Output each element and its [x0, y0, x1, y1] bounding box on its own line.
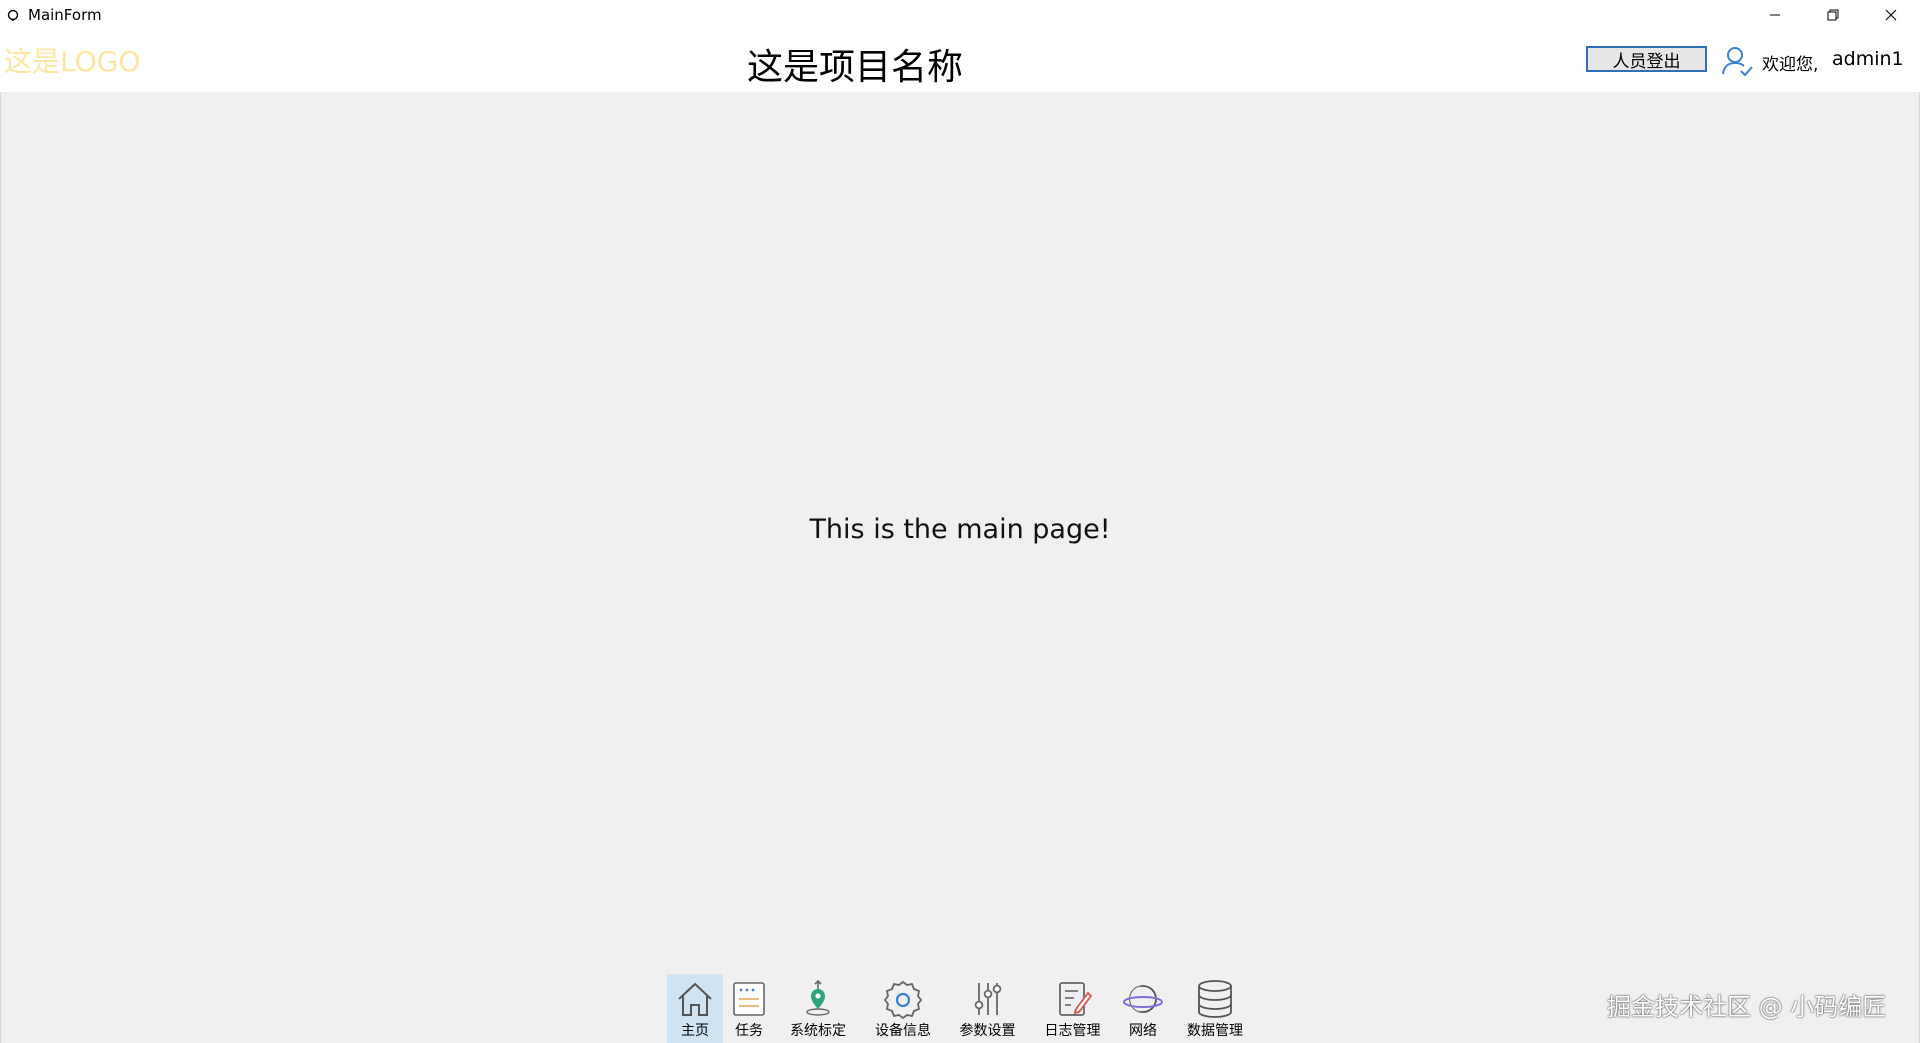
task-icon	[733, 982, 765, 1016]
main-page-message: This is the main page!	[809, 514, 1111, 545]
nav-label-calibration: 系统标定	[790, 1023, 846, 1039]
title-bar[interactable]: MainForm	[0, 0, 1920, 30]
nav-item-task[interactable]: 任务	[723, 974, 775, 1043]
watermark: 掘金技术社区 @ 小码编匠	[1607, 993, 1887, 1021]
username: admin1	[1832, 48, 1904, 70]
main-content: This is the main page! 主页 任务 系统标定 设备信息 参…	[0, 92, 1920, 1043]
database-icon	[1198, 980, 1232, 1018]
close-icon	[1885, 9, 1897, 21]
window-controls	[1746, 0, 1920, 30]
restore-button[interactable]	[1804, 0, 1862, 30]
welcome-text: 欢迎您,	[1762, 55, 1819, 75]
window-title: MainForm	[28, 6, 102, 24]
nav-item-params[interactable]: 参数设置	[945, 974, 1030, 1043]
log-edit-icon	[1058, 982, 1092, 1016]
minimize-button[interactable]	[1746, 0, 1804, 30]
nav-label-params: 参数设置	[959, 1023, 1016, 1039]
nav-item-data[interactable]: 数据管理	[1171, 974, 1259, 1043]
calibration-icon	[806, 979, 830, 1016]
restore-icon	[1827, 9, 1839, 21]
project-title: 这是项目名称	[746, 47, 963, 88]
nav-label-home: 主页	[681, 1023, 709, 1039]
bottom-nav: 主页 任务 系统标定 设备信息 参数设置 日志管理 网络 数据管理	[667, 974, 1259, 1043]
nav-label-task: 任务	[735, 1023, 763, 1039]
nav-label-log: 日志管理	[1044, 1023, 1101, 1039]
nav-label-network: 网络	[1129, 1023, 1157, 1039]
close-button[interactable]	[1862, 0, 1920, 30]
nav-label-data: 数据管理	[1187, 1023, 1243, 1039]
main-form-window: MainForm 这是LOGO 这是项目名称 人员登出 欢迎您, admin1 …	[0, 0, 1920, 1043]
nav-item-log[interactable]: 日志管理	[1030, 974, 1115, 1043]
sliders-icon	[974, 983, 1001, 1015]
minimize-icon	[1770, 14, 1780, 16]
nav-item-device[interactable]: 设备信息	[861, 974, 945, 1043]
user-icon	[1722, 47, 1753, 77]
app-header: 这是LOGO 这是项目名称 人员登出 欢迎您, admin1	[0, 30, 1920, 92]
home-icon	[678, 982, 712, 1016]
logout-button[interactable]: 人员登出	[1586, 46, 1707, 72]
nav-item-network[interactable]: 网络	[1115, 974, 1171, 1043]
nav-item-home[interactable]: 主页	[667, 974, 723, 1043]
network-planet-icon	[1123, 985, 1163, 1013]
device-gear-icon	[883, 980, 923, 1019]
app-icon	[6, 8, 20, 22]
nav-item-calibration[interactable]: 系统标定	[775, 974, 861, 1043]
nav-label-device: 设备信息	[875, 1023, 931, 1039]
